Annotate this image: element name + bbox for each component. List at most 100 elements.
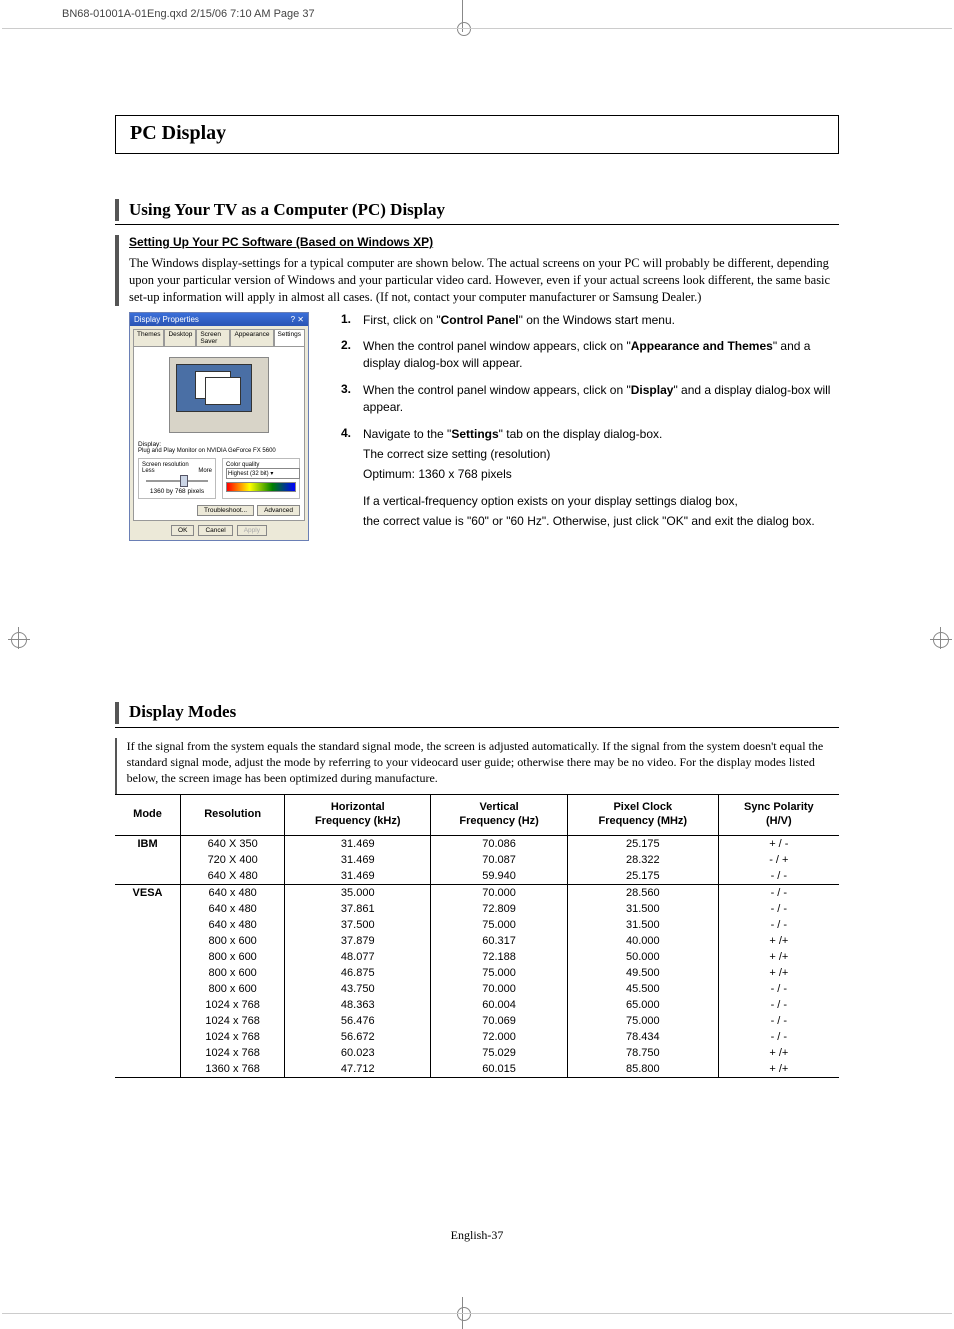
- table-row: 720 X 40031.46970.08728.322- / +: [115, 852, 839, 868]
- table-header: Mode: [115, 795, 181, 836]
- steps-column: 1.First, click on "Control Panel" on the…: [309, 312, 839, 541]
- mode-cell: [115, 901, 181, 917]
- table-row: 640 x 48037.50075.00031.500- / -: [115, 917, 839, 933]
- tab-desktop: Desktop: [164, 329, 196, 346]
- dialog-tabs: Themes Desktop Screen Saver Appearance S…: [130, 326, 308, 346]
- table-cell: 65.000: [567, 997, 718, 1013]
- table-row: 1360 x 76847.71260.01585.800+ /+: [115, 1061, 839, 1078]
- table-header: Sync Polarity(H/V): [718, 795, 839, 836]
- table-cell: + /+: [718, 949, 839, 965]
- page-content: PC Display Using Your TV as a Computer (…: [0, 0, 954, 1303]
- crop-mark: [18, 627, 19, 649]
- display-modes-heading: Display Modes: [129, 702, 236, 722]
- display-desc: Plug and Play Monitor on NVIDIA GeForce …: [138, 448, 300, 454]
- table-cell: - / -: [718, 1029, 839, 1045]
- mode-cell: IBM: [115, 835, 181, 852]
- table-cell: - / -: [718, 997, 839, 1013]
- step4-note-line1: If a vertical-frequency option exists on…: [363, 493, 839, 510]
- table-cell: 70.000: [431, 884, 568, 901]
- table-cell: - / -: [718, 901, 839, 917]
- table-row: 1024 x 76856.67272.00078.434- / -: [115, 1029, 839, 1045]
- table-cell: 1024 x 768: [181, 1045, 285, 1061]
- table-cell: 1360 x 768: [181, 1061, 285, 1078]
- ok-button: OK: [171, 525, 194, 536]
- crop-mark: [457, 1307, 471, 1321]
- table-row: 1024 x 76848.36360.00465.000- / -: [115, 997, 839, 1013]
- table-row: 640 X 48031.46959.94025.175- / -: [115, 868, 839, 885]
- table-cell: 37.500: [285, 917, 431, 933]
- crop-mark: [933, 632, 949, 648]
- table-cell: - / -: [718, 1013, 839, 1029]
- monitor-preview: [169, 357, 269, 433]
- table-cell: 800 x 600: [181, 981, 285, 997]
- crop-mark: [940, 627, 941, 649]
- instruction-step: 3.When the control panel window appears,…: [341, 382, 839, 416]
- table-cell: 85.800: [567, 1061, 718, 1078]
- step-text: First, click on "Control Panel" on the W…: [363, 312, 839, 329]
- table-cell: 640 X 350: [181, 835, 285, 852]
- table-cell: 31.469: [285, 852, 431, 868]
- table-cell: 75.029: [431, 1045, 568, 1061]
- display-modes-table: ModeResolutionHorizontalFrequency (kHz)V…: [115, 794, 839, 1078]
- table-cell: 1024 x 768: [181, 1013, 285, 1029]
- table-cell: + /+: [718, 933, 839, 949]
- table-cell: 720 X 400: [181, 852, 285, 868]
- color-quality-group: Color quality Highest (32 bit) ▾: [222, 458, 300, 499]
- dialog-close-icons: ? ✕: [291, 315, 304, 324]
- apply-button: Apply: [237, 525, 267, 536]
- crop-mark: [11, 632, 27, 648]
- table-header-row: ModeResolutionHorizontalFrequency (kHz)V…: [115, 795, 839, 836]
- table-header: Pixel ClockFrequency (MHz): [567, 795, 718, 836]
- table-cell: + / -: [718, 835, 839, 852]
- table-cell: 60.317: [431, 933, 568, 949]
- table-cell: 72.188: [431, 949, 568, 965]
- page-number: English-37: [115, 1228, 839, 1243]
- table-cell: 640 x 480: [181, 884, 285, 901]
- table-cell: 800 x 600: [181, 933, 285, 949]
- table-cell: 70.086: [431, 835, 568, 852]
- dialog-body: Display: Plug and Play Monitor on NVIDIA…: [133, 346, 305, 521]
- table-cell: 37.861: [285, 901, 431, 917]
- crop-mark: [8, 639, 30, 640]
- instruction-step: 2.When the control panel window appears,…: [341, 338, 839, 372]
- table-cell: 47.712: [285, 1061, 431, 1078]
- table-row: 1024 x 76860.02375.02978.750+ /+: [115, 1045, 839, 1061]
- table-header: Resolution: [181, 795, 285, 836]
- table-cell: 31.469: [285, 868, 431, 885]
- section-title-box: PC Display: [115, 115, 839, 154]
- table-row: 1024 x 76856.47670.06975.000- / -: [115, 1013, 839, 1029]
- intro-paragraph: The Windows display-settings for a typic…: [129, 255, 839, 306]
- mode-cell: [115, 981, 181, 997]
- resolution-slider: [146, 480, 208, 482]
- table-row: 800 x 60046.87575.00049.500+ /+: [115, 965, 839, 981]
- mode-cell: [115, 852, 181, 868]
- table-cell: 50.000: [567, 949, 718, 965]
- table-row: 800 x 60043.75070.00045.500- / -: [115, 981, 839, 997]
- mode-cell: [115, 917, 181, 933]
- table-cell: 48.363: [285, 997, 431, 1013]
- instruction-step: 1.First, click on "Control Panel" on the…: [341, 312, 839, 329]
- table-cell: 75.000: [431, 917, 568, 933]
- table-row: IBM640 X 35031.46970.08625.175+ / -: [115, 835, 839, 852]
- table-cell: 60.004: [431, 997, 568, 1013]
- resolution-group: Screen resolution Less More 1360 by 768 …: [138, 458, 216, 499]
- table-cell: 72.809: [431, 901, 568, 917]
- color-quality-select: Highest (32 bit) ▾: [226, 468, 300, 479]
- tab-settings: Settings: [274, 329, 306, 346]
- table-cell: 60.023: [285, 1045, 431, 1061]
- mode-cell: [115, 1061, 181, 1078]
- mode-cell: [115, 965, 181, 981]
- display-modes-section: Display Modes If the signal from the sys…: [115, 701, 839, 1078]
- table-cell: 31.500: [567, 901, 718, 917]
- mode-cell: VESA: [115, 884, 181, 901]
- table-header: VerticalFrequency (Hz): [431, 795, 568, 836]
- table-cell: 31.469: [285, 835, 431, 852]
- table-cell: 640 x 480: [181, 901, 285, 917]
- print-header: BN68-01001A-01Eng.qxd 2/15/06 7:10 AM Pa…: [62, 8, 315, 20]
- table-cell: 800 x 600: [181, 949, 285, 965]
- table-cell: - / +: [718, 852, 839, 868]
- table-cell: 60.015: [431, 1061, 568, 1078]
- cancel-button: Cancel: [198, 525, 232, 536]
- table-cell: 31.500: [567, 917, 718, 933]
- mode-cell: [115, 868, 181, 885]
